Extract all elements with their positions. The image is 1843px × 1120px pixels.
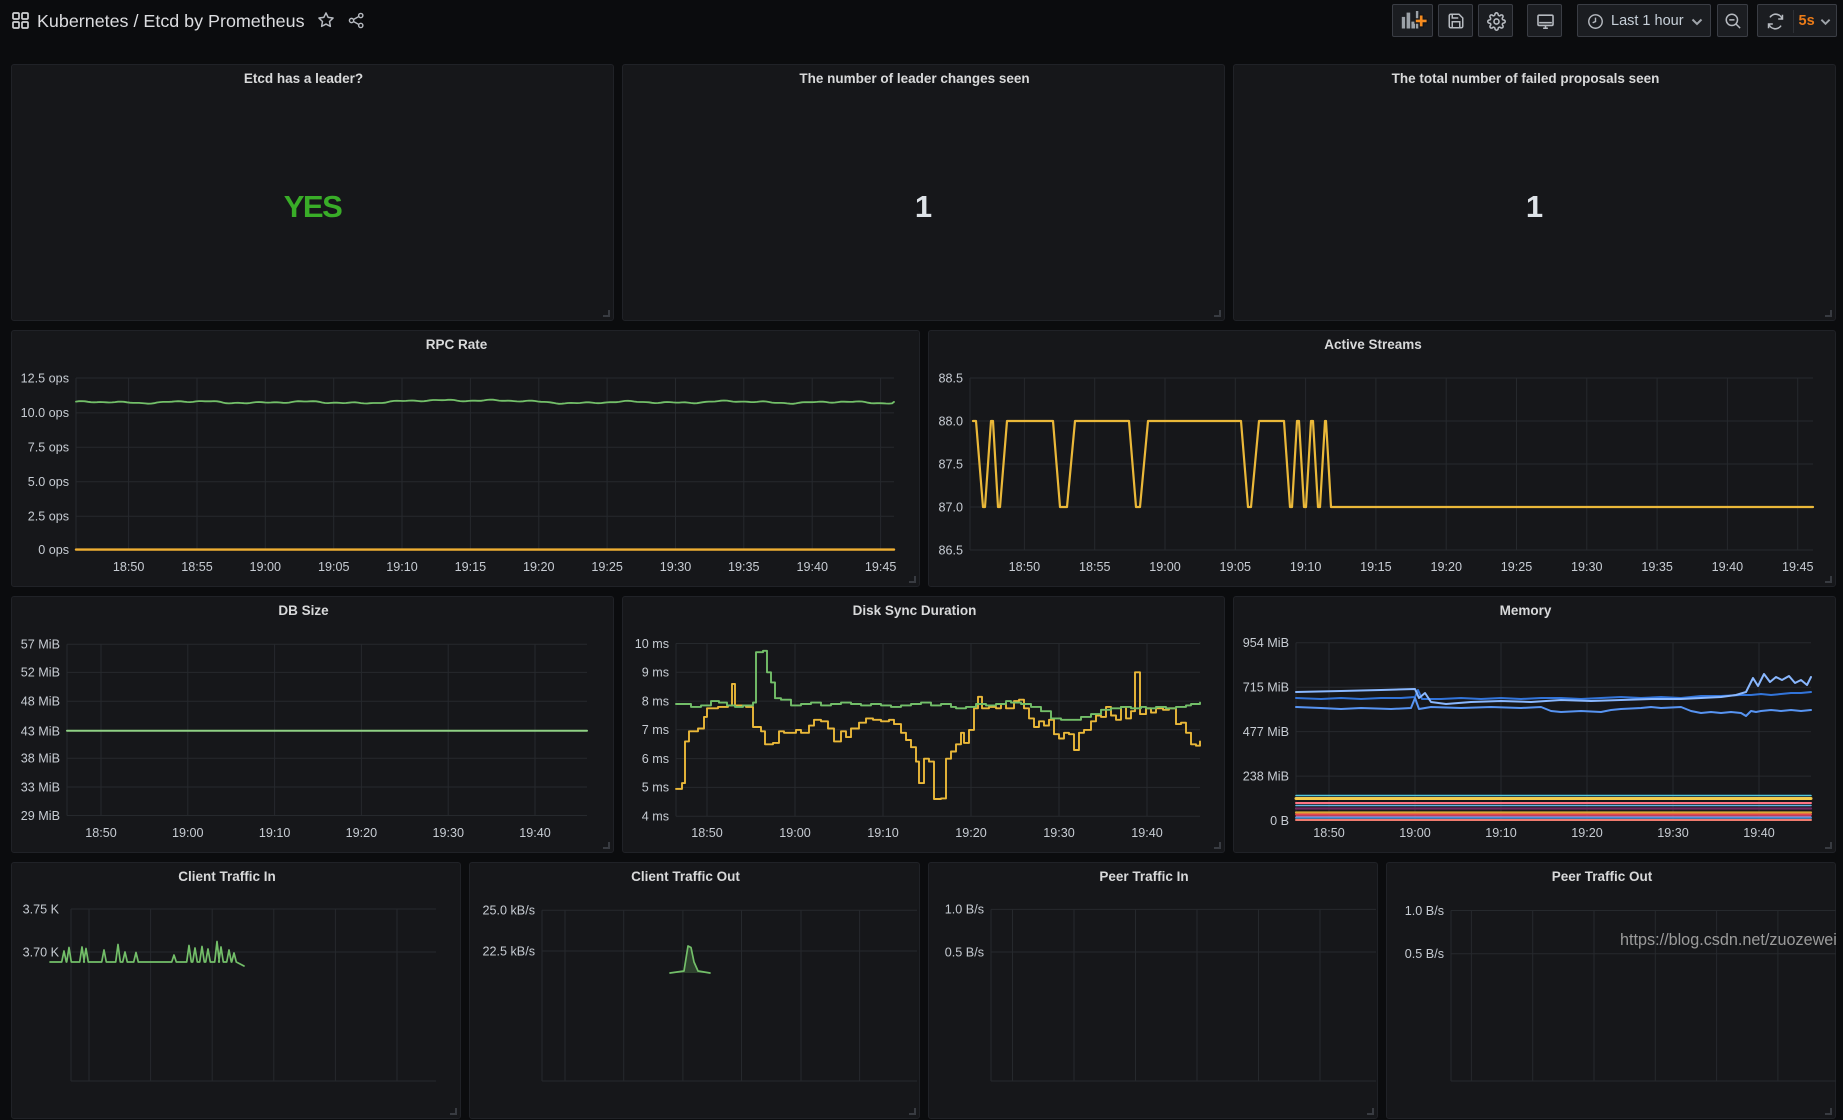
svg-text:19:05: 19:05 <box>1220 560 1252 574</box>
svg-text:52 MiB: 52 MiB <box>21 666 60 680</box>
svg-text:19:25: 19:25 <box>1501 560 1533 574</box>
svg-text:19:40: 19:40 <box>519 826 551 840</box>
svg-text:715 MiB: 715 MiB <box>1243 681 1289 695</box>
svg-text:18:50: 18:50 <box>1313 826 1345 840</box>
svg-text:0 B: 0 B <box>1270 814 1289 828</box>
svg-text:57 MiB: 57 MiB <box>21 638 60 652</box>
svg-text:19:10: 19:10 <box>386 560 418 574</box>
svg-text:3.75 K: 3.75 K <box>23 902 60 916</box>
svg-text:29 MiB: 29 MiB <box>21 809 60 823</box>
svg-text:1.0 B/s: 1.0 B/s <box>1405 904 1444 918</box>
svg-text:19:20: 19:20 <box>1571 826 1603 840</box>
svg-text:19:30: 19:30 <box>1657 826 1689 840</box>
svg-text:18:50: 18:50 <box>85 826 117 840</box>
svg-text:38 MiB: 38 MiB <box>21 752 60 766</box>
svg-text:3.70 K: 3.70 K <box>23 945 60 959</box>
svg-text:19:10: 19:10 <box>259 826 291 840</box>
svg-text:954 MiB: 954 MiB <box>1243 636 1289 650</box>
svg-text:19:10: 19:10 <box>867 826 899 840</box>
svg-text:19:15: 19:15 <box>1360 560 1392 574</box>
svg-text:0.5 B/s: 0.5 B/s <box>945 945 984 959</box>
svg-text:0.5 B/s: 0.5 B/s <box>1405 947 1444 961</box>
svg-text:12.5 ops: 12.5 ops <box>21 371 69 385</box>
svg-text:5.0 ops: 5.0 ops <box>28 475 69 489</box>
svg-text:19:35: 19:35 <box>728 560 760 574</box>
svg-text:0 ops: 0 ops <box>38 543 69 557</box>
svg-text:19:25: 19:25 <box>591 560 623 574</box>
svg-text:43 MiB: 43 MiB <box>21 724 60 738</box>
svg-text:19:30: 19:30 <box>660 560 692 574</box>
svg-text:19:20: 19:20 <box>523 560 555 574</box>
svg-text:4 ms: 4 ms <box>642 810 669 824</box>
svg-text:19:30: 19:30 <box>1571 560 1603 574</box>
svg-text:48 MiB: 48 MiB <box>21 695 60 709</box>
svg-text:19:20: 19:20 <box>1430 560 1462 574</box>
svg-text:25.0 kB/s: 25.0 kB/s <box>482 904 535 918</box>
svg-text:19:35: 19:35 <box>1641 560 1673 574</box>
svg-text:19:40: 19:40 <box>1712 560 1744 574</box>
svg-text:19:30: 19:30 <box>432 826 464 840</box>
svg-text:7.5 ops: 7.5 ops <box>28 441 69 455</box>
svg-text:19:20: 19:20 <box>346 826 378 840</box>
svg-text:19:15: 19:15 <box>455 560 487 574</box>
svg-text:18:55: 18:55 <box>181 560 213 574</box>
svg-text:18:55: 18:55 <box>1079 560 1111 574</box>
svg-text:19:00: 19:00 <box>1399 826 1431 840</box>
svg-text:19:45: 19:45 <box>1782 560 1814 574</box>
svg-text:18:50: 18:50 <box>113 560 145 574</box>
svg-text:88.5: 88.5 <box>938 371 963 385</box>
svg-text:19:00: 19:00 <box>779 826 811 840</box>
svg-text:10.0 ops: 10.0 ops <box>21 406 69 420</box>
svg-text:10 ms: 10 ms <box>635 637 669 651</box>
svg-text:19:05: 19:05 <box>318 560 350 574</box>
svg-text:22.5 kB/s: 22.5 kB/s <box>482 944 535 958</box>
svg-text:19:10: 19:10 <box>1290 560 1322 574</box>
svg-text:87.5: 87.5 <box>938 457 963 471</box>
svg-text:19:20: 19:20 <box>955 826 987 840</box>
svg-text:19:00: 19:00 <box>172 826 204 840</box>
svg-text:86.5: 86.5 <box>938 543 963 557</box>
svg-text:6 ms: 6 ms <box>642 752 669 766</box>
svg-text:19:40: 19:40 <box>1743 826 1775 840</box>
svg-text:19:00: 19:00 <box>250 560 282 574</box>
svg-text:2.5 ops: 2.5 ops <box>28 510 69 524</box>
svg-text:9 ms: 9 ms <box>642 666 669 680</box>
svg-text:477 MiB: 477 MiB <box>1243 725 1289 739</box>
svg-text:19:00: 19:00 <box>1149 560 1181 574</box>
svg-text:238 MiB: 238 MiB <box>1243 769 1289 783</box>
svg-text:19:30: 19:30 <box>1043 826 1075 840</box>
svg-text:8 ms: 8 ms <box>642 694 669 708</box>
svg-text:33 MiB: 33 MiB <box>21 780 60 794</box>
svg-text:87.0: 87.0 <box>938 500 963 514</box>
svg-text:19:45: 19:45 <box>865 560 897 574</box>
svg-text:19:40: 19:40 <box>796 560 828 574</box>
svg-text:18:50: 18:50 <box>691 826 723 840</box>
svg-text:19:10: 19:10 <box>1485 826 1517 840</box>
svg-text:1.0 B/s: 1.0 B/s <box>945 903 984 917</box>
svg-text:88.0: 88.0 <box>938 414 963 428</box>
svg-text:19:40: 19:40 <box>1131 826 1163 840</box>
svg-text:7 ms: 7 ms <box>642 723 669 737</box>
svg-text:18:50: 18:50 <box>1009 560 1041 574</box>
svg-text:5 ms: 5 ms <box>642 781 669 795</box>
